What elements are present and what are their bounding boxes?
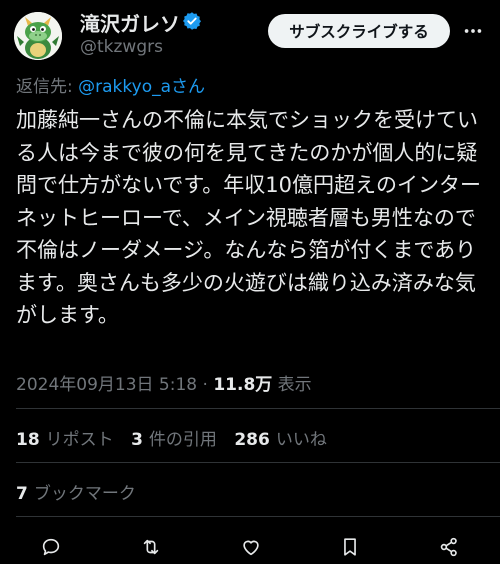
reply-context: 返信先: @rakkyo_aさん [16,72,205,97]
divider [16,462,500,463]
reply-button[interactable] [36,532,66,562]
reposts-label: リポスト [45,430,114,450]
share-icon [440,537,457,557]
divider [16,516,500,517]
likes-stat[interactable]: 286 いいね [234,430,327,450]
quotes-label: 件の引用 [148,430,217,450]
repost-icon [143,539,159,555]
repost-button[interactable] [136,532,166,562]
likes-count: 286 [234,430,270,450]
handle[interactable]: @tkzwgrs [80,37,163,57]
divider [16,408,500,409]
bookmark-button[interactable] [335,532,365,562]
reposts-count: 18 [16,430,40,450]
meta-separator: · [197,375,214,395]
timestamp[interactable]: 2024年09月13日 5:18 [16,375,197,395]
like-icon [243,540,259,556]
subscribe-button[interactable]: サブスクライブする [268,14,450,48]
bookmarks-stat[interactable]: 7 ブックマーク [16,479,136,504]
reply-prefix: 返信先: [16,77,79,97]
tweet-text: 加藤純一さんの不倫に本気でショックを受けている人は今まで彼の何を見てきたのかが個… [16,108,481,327]
views-count: 11.8万 [213,375,273,395]
verified-badge-icon [183,12,201,30]
engagement-stats: 18 リポスト 3 件の引用 286 いいね [16,425,339,450]
likes-label: いいね [275,430,327,450]
bookmarks-label: ブックマーク [33,484,136,504]
reply-mention-link[interactable]: @rakkyo_aさん [78,77,205,97]
bookmarks-count: 7 [16,484,28,504]
quotes-stat[interactable]: 3 件の引用 [131,430,217,450]
action-bar [0,530,500,564]
more-options-button[interactable] [458,16,488,46]
quotes-count: 3 [131,430,143,450]
share-button[interactable] [434,532,464,562]
tweet-meta: 2024年09月13日 5:18 · 11.8万 表示 [16,370,312,395]
bookmark-icon [344,538,356,556]
tweet-header: 滝沢ガレソ @tkzwgrs サブスクライブする [0,0,500,66]
more-options-icon [464,29,482,33]
reposts-stat[interactable]: 18 リポスト [16,430,114,450]
display-name[interactable]: 滝沢ガレソ [80,8,180,37]
views-label: 表示 [272,375,312,395]
dragon-avatar-icon [14,12,62,60]
reply-icon [42,538,60,556]
avatar[interactable] [14,12,62,60]
like-button[interactable] [236,532,266,562]
